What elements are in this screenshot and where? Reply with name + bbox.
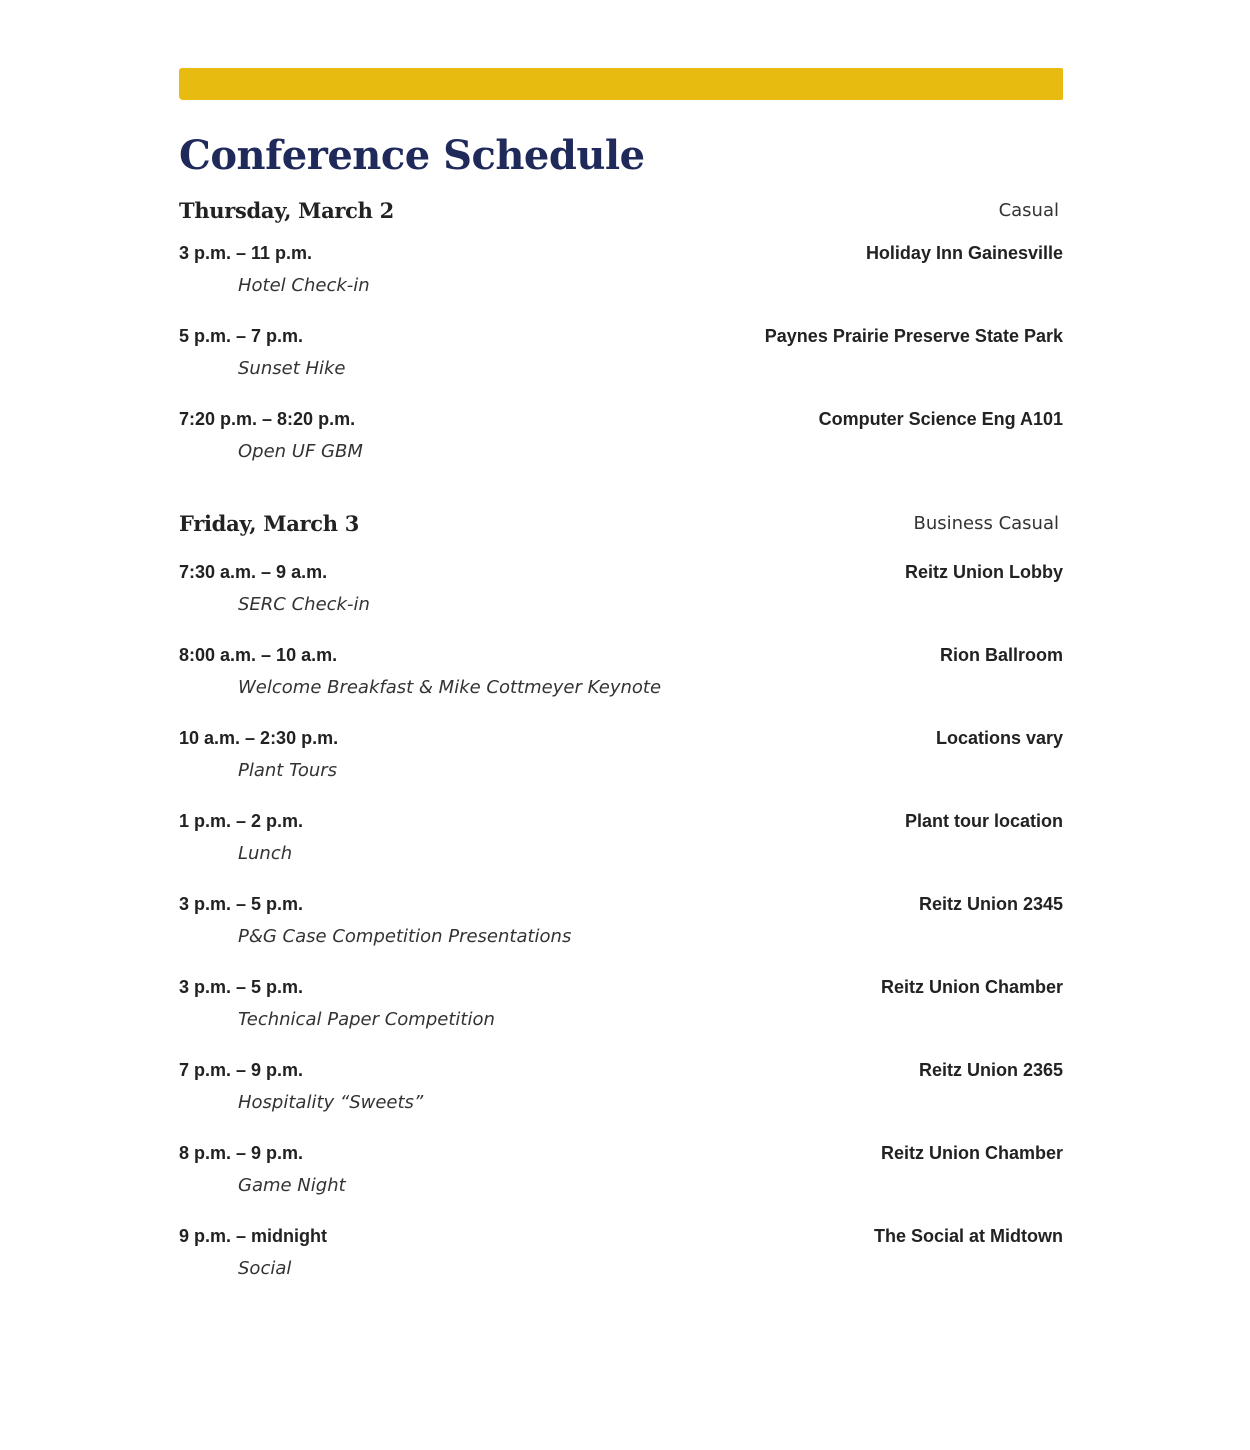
event-location: Rion Ballroom bbox=[939, 645, 1063, 665]
event-time: 8:00 a.m. – 10 a.m. bbox=[179, 645, 338, 665]
event-item: 8:00 a.m. – 10 a.m. Rion Ballroom Welcom… bbox=[179, 642, 1063, 725]
event-item: 3 p.m. – 5 p.m. Reitz Union 2345 P&G Cas… bbox=[179, 891, 1063, 974]
event-location: Reitz Union 2365 bbox=[918, 1060, 1063, 1080]
event-list: 3 p.m. – 11 p.m. Holiday Inn Gainesville… bbox=[179, 240, 1063, 489]
event-name: Social bbox=[238, 1258, 292, 1279]
event-time: 7 p.m. – 9 p.m. bbox=[179, 1060, 304, 1080]
event-name: Hospitality “Sweets” bbox=[238, 1092, 424, 1113]
event-name: SERC Check-in bbox=[238, 594, 370, 615]
event-name: Sunset Hike bbox=[238, 358, 346, 379]
event-time: 7:20 p.m. – 8:20 p.m. bbox=[179, 409, 356, 429]
event-location: Locations vary bbox=[935, 728, 1063, 748]
event-name: Technical Paper Competition bbox=[238, 1009, 495, 1030]
event-item: 1 p.m. – 2 p.m. Plant tour location Lunc… bbox=[179, 808, 1063, 891]
event-location: Paynes Prairie Preserve State Park bbox=[764, 326, 1063, 346]
event-name: Open UF GBM bbox=[238, 441, 363, 462]
event-time: 3 p.m. – 5 p.m. bbox=[179, 977, 304, 997]
event-name: Welcome Breakfast & Mike Cottmeyer Keyno… bbox=[238, 677, 662, 698]
day-title: Thursday, March 2 bbox=[179, 198, 394, 223]
event-time: 3 p.m. – 11 p.m. bbox=[179, 243, 313, 263]
event-item: 3 p.m. – 11 p.m. Holiday Inn Gainesville… bbox=[179, 240, 1063, 323]
dress-code: Casual bbox=[998, 200, 1059, 221]
event-location: Reitz Union Chamber bbox=[880, 1143, 1063, 1163]
schedule-page: Conference Schedule Thursday, March 2 Ca… bbox=[179, 0, 1063, 1450]
page-title: Conference Schedule bbox=[179, 132, 645, 179]
day-header: Friday, March 3 Business Casual bbox=[179, 509, 1063, 543]
event-location: The Social at Midtown bbox=[873, 1226, 1063, 1246]
dress-code: Business Casual bbox=[913, 513, 1059, 534]
event-item: 8 p.m. – 9 p.m. Reitz Union Chamber Game… bbox=[179, 1140, 1063, 1223]
event-location: Reitz Union Lobby bbox=[905, 562, 1063, 582]
event-time: 7:30 a.m. – 9 a.m. bbox=[179, 562, 328, 582]
event-location: Holiday Inn Gainesville bbox=[865, 243, 1063, 263]
event-name: Lunch bbox=[238, 843, 293, 864]
event-item: 3 p.m. – 5 p.m. Reitz Union Chamber Tech… bbox=[179, 974, 1063, 1057]
event-name: Hotel Check-in bbox=[238, 275, 370, 296]
event-location: Plant tour location bbox=[904, 811, 1063, 831]
day-header: Thursday, March 2 Casual bbox=[179, 196, 1063, 230]
event-name: Plant Tours bbox=[238, 760, 338, 781]
event-name: Game Night bbox=[238, 1175, 346, 1196]
day-title: Friday, March 3 bbox=[179, 511, 360, 536]
event-item: 5 p.m. – 7 p.m. Paynes Prairie Preserve … bbox=[179, 323, 1063, 406]
event-location: Reitz Union Chamber bbox=[880, 977, 1063, 997]
event-time: 5 p.m. – 7 p.m. bbox=[179, 326, 304, 346]
event-location: Computer Science Eng A101 bbox=[818, 409, 1063, 429]
event-time: 3 p.m. – 5 p.m. bbox=[179, 894, 304, 914]
event-item: 7 p.m. – 9 p.m. Reitz Union 2365 Hospita… bbox=[179, 1057, 1063, 1140]
event-item: 10 a.m. – 2:30 p.m. Locations vary Plant… bbox=[179, 725, 1063, 808]
event-time: 10 a.m. – 2:30 p.m. bbox=[179, 728, 339, 748]
event-item: 7:20 p.m. – 8:20 p.m. Computer Science E… bbox=[179, 406, 1063, 489]
event-time: 9 p.m. – midnight bbox=[179, 1226, 328, 1246]
event-item: 7:30 a.m. – 9 a.m. Reitz Union Lobby SER… bbox=[179, 559, 1063, 642]
event-time: 1 p.m. – 2 p.m. bbox=[179, 811, 304, 831]
accent-bar bbox=[179, 68, 1063, 100]
event-item: 9 p.m. – midnight The Social at Midtown … bbox=[179, 1223, 1063, 1306]
event-name: P&G Case Competition Presentations bbox=[238, 926, 572, 947]
event-time: 8 p.m. – 9 p.m. bbox=[179, 1143, 304, 1163]
event-location: Reitz Union 2345 bbox=[918, 894, 1063, 914]
day-section-thursday: Thursday, March 2 Casual 3 p.m. – 11 p.m… bbox=[179, 196, 1063, 489]
event-list: 7:30 a.m. – 9 a.m. Reitz Union Lobby SER… bbox=[179, 559, 1063, 1306]
day-section-friday: Friday, March 3 Business Casual 7:30 a.m… bbox=[179, 509, 1063, 1306]
